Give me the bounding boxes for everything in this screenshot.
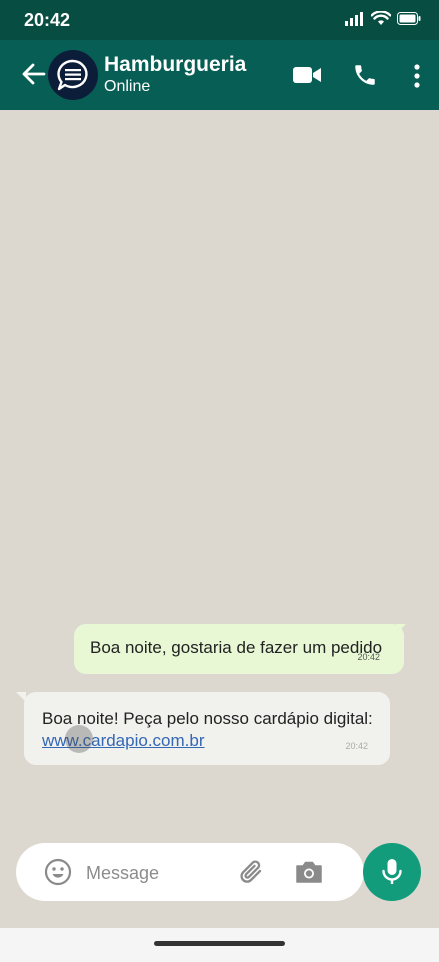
chat-bubble-icon — [57, 59, 88, 91]
presence-status: Online — [104, 78, 151, 95]
system-nav-bar — [0, 928, 439, 962]
emoji-icon[interactable] — [44, 858, 72, 886]
status-bar: 20:42 — [0, 0, 439, 40]
message-time: 20:42 — [345, 741, 368, 751]
message-text: Boa noite! Peça pelo nosso cardápio digi… — [42, 709, 373, 728]
touch-indicator — [65, 725, 93, 753]
camera-icon[interactable] — [294, 859, 324, 885]
more-vert-icon[interactable] — [408, 62, 426, 90]
paperclip-icon[interactable] — [238, 858, 266, 886]
mic-button[interactable] — [363, 843, 421, 901]
status-icons — [345, 11, 421, 26]
chat-header: Hamburgueria Online — [0, 40, 439, 110]
avatar[interactable] — [48, 50, 98, 100]
message-input[interactable] — [84, 859, 228, 887]
status-time: 20:42 — [24, 10, 71, 30]
chat-area[interactable]: Boa noite, gostaria de fazer um pedido 2… — [0, 110, 439, 928]
signal-icon — [345, 11, 363, 26]
mic-icon — [382, 859, 402, 884]
wifi-icon — [371, 11, 391, 25]
home-indicator[interactable] — [154, 941, 285, 946]
chat-title[interactable]: Hamburgueria — [104, 53, 246, 77]
outgoing-message[interactable]: Boa noite, gostaria de fazer um pedido 2… — [74, 624, 404, 674]
phone-icon[interactable] — [352, 62, 378, 88]
message-text: Boa noite, gostaria de fazer um pedido — [90, 638, 383, 657]
arrow-left-icon[interactable] — [20, 60, 48, 88]
message-time: 20:42 — [357, 652, 380, 662]
video-call-icon[interactable] — [292, 64, 322, 86]
message-composer — [16, 843, 364, 901]
battery-icon — [397, 12, 421, 25]
